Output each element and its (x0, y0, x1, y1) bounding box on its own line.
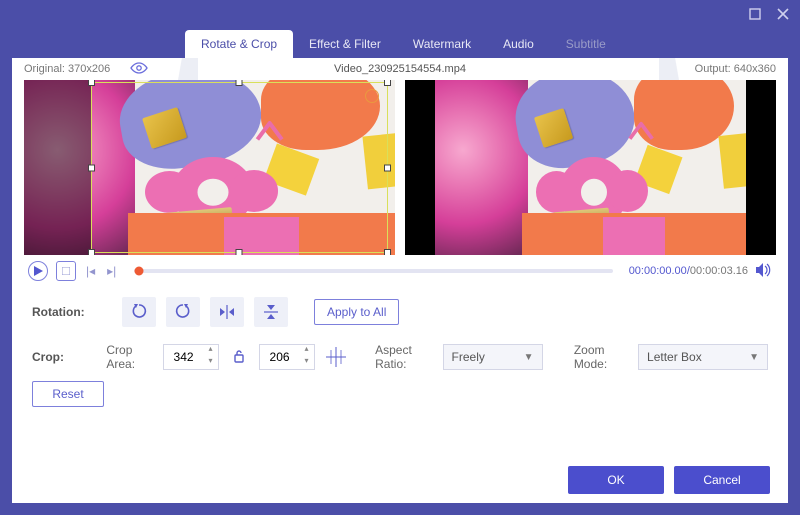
controls-area: Rotation: Apply to All Crop: Crop Area: … (12, 283, 788, 433)
crop-handle[interactable] (236, 249, 243, 255)
playback-bar: |◂ ▸| 00:00:00.00/00:00:03.16 (12, 255, 788, 283)
crop-handle[interactable] (88, 80, 95, 86)
time-display: 00:00:00.00/00:00:03.16 (629, 265, 748, 277)
next-frame-button[interactable]: ▸| (105, 264, 118, 278)
spin-down[interactable]: ▾ (300, 357, 314, 369)
tabbar: Rotate & Crop Effect & Filter Watermark … (0, 28, 800, 58)
tab-watermark[interactable]: Watermark (397, 30, 487, 58)
spin-down[interactable]: ▾ (204, 357, 218, 369)
maximize-icon[interactable] (748, 7, 762, 21)
crop-width-field[interactable]: ▴▾ (163, 344, 219, 370)
apply-to-all-button[interactable]: Apply to All (314, 299, 399, 325)
aspect-ratio-label: Aspect Ratio: (375, 343, 432, 371)
crop-handle[interactable] (88, 249, 95, 255)
rotation-label: Rotation: (32, 305, 112, 319)
original-preview[interactable] (24, 80, 395, 255)
flip-vertical-button[interactable] (254, 297, 288, 327)
lock-aspect-icon[interactable] (229, 349, 249, 366)
editor-window: Rotate & Crop Effect & Filter Watermark … (0, 0, 800, 515)
crop-height-field[interactable]: ▴▾ (259, 344, 315, 370)
seek-track[interactable] (134, 269, 612, 273)
ok-button[interactable]: OK (568, 466, 664, 494)
crop-handle[interactable] (384, 249, 391, 255)
rotate-right-button[interactable] (166, 297, 200, 327)
tab-subtitle: Subtitle (550, 30, 622, 58)
info-bar: Original: 370x206 Video_230925154554.mp4… (12, 58, 788, 80)
crop-height-input[interactable] (260, 350, 300, 364)
output-preview (405, 80, 776, 255)
crop-frame[interactable] (91, 82, 388, 254)
rotate-handle-icon[interactable] (365, 89, 379, 103)
title-bar (0, 0, 800, 28)
cancel-button[interactable]: Cancel (674, 466, 770, 494)
aspect-ratio-select[interactable]: Freely▼ (443, 344, 543, 370)
play-button[interactable] (28, 261, 48, 281)
tab-effect-filter[interactable]: Effect & Filter (293, 30, 397, 58)
zoom-mode-select[interactable]: Letter Box▼ (638, 344, 768, 370)
stop-button[interactable] (56, 261, 76, 281)
seek-knob[interactable] (135, 267, 144, 276)
output-label: Output: 640x360 (695, 63, 776, 75)
original-label: Original: 370x206 (24, 63, 110, 75)
flip-horizontal-button[interactable] (210, 297, 244, 327)
reset-button[interactable]: Reset (32, 381, 104, 407)
footer: OK Cancel (12, 457, 788, 503)
crop-label: Crop: (32, 350, 96, 364)
crop-handle[interactable] (384, 164, 391, 171)
crop-handle[interactable] (384, 80, 391, 86)
zoom-mode-label: Zoom Mode: (574, 343, 628, 371)
close-icon[interactable] (776, 7, 790, 21)
tab-audio[interactable]: Audio (487, 30, 550, 58)
tab-rotate-crop[interactable]: Rotate & Crop (185, 30, 293, 58)
center-crop-button[interactable] (325, 344, 348, 370)
crop-width-input[interactable] (164, 350, 204, 364)
main-panel: Original: 370x206 Video_230925154554.mp4… (12, 58, 788, 503)
crop-area-label: Crop Area: (106, 343, 152, 371)
preview-eye-icon[interactable] (130, 61, 148, 77)
preview-area (12, 80, 788, 255)
prev-frame-button[interactable]: |◂ (84, 264, 97, 278)
volume-icon[interactable] (756, 263, 772, 280)
crop-handle[interactable] (88, 164, 95, 171)
crop-handle[interactable] (236, 80, 243, 86)
rotate-left-button[interactable] (122, 297, 156, 327)
